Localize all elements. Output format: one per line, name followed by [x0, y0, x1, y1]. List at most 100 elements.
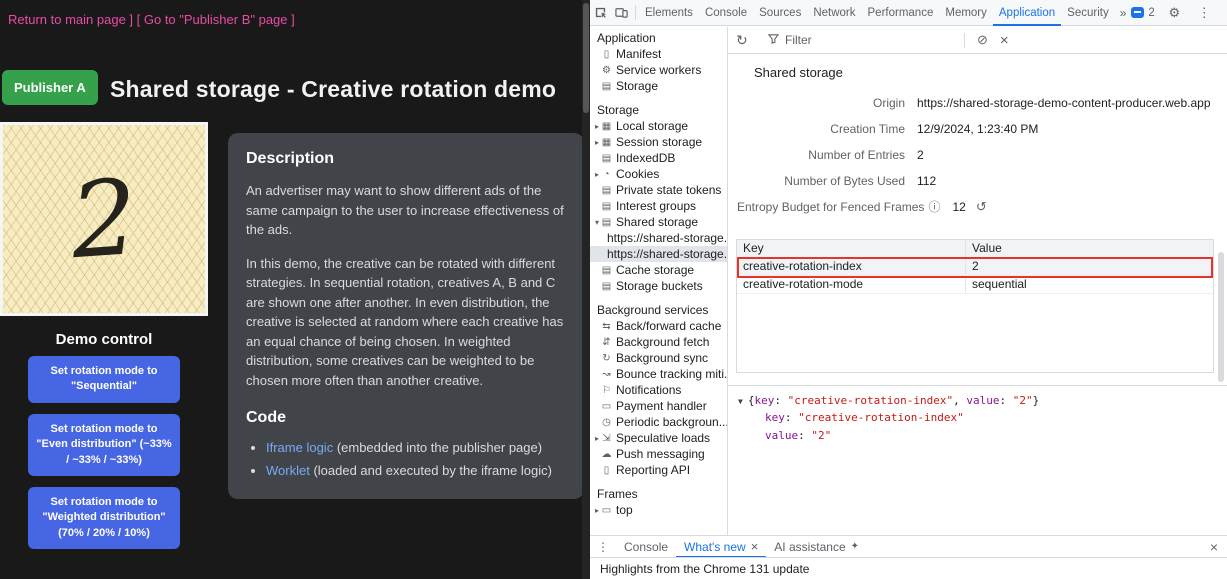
sidebar-item-label: Service workers — [616, 63, 701, 77]
spark-icon: ✦ — [851, 541, 859, 552]
more-tabs-icon[interactable]: » — [1115, 6, 1132, 20]
colon: : — [798, 429, 811, 442]
issues-indicator[interactable]: 2 — [1131, 7, 1154, 19]
preview-property: value: "2" — [765, 428, 1217, 443]
metadata-label: Origin — [728, 95, 905, 111]
sidebar-section-storage[interactable]: Storage — [590, 102, 727, 118]
sidebar-item-push-messaging[interactable]: ☁Push messaging — [590, 446, 727, 462]
key-cell: creative-rotation-index — [737, 258, 965, 275]
sidebar-item-indexeddb[interactable]: ▤IndexedDB — [590, 150, 727, 166]
whats-new-text: Highlights from the Chrome 131 update — [600, 562, 809, 576]
tab-security[interactable]: Security — [1061, 0, 1115, 26]
column-header-value[interactable]: Value — [965, 240, 1213, 257]
database-icon: ▤ — [600, 281, 613, 292]
tab-performance[interactable]: Performance — [862, 0, 940, 26]
sidebar-item-https-shared-storage[interactable]: https://shared-storage... — [590, 230, 727, 246]
drawer-kebab-icon[interactable]: ⋮ — [590, 540, 616, 554]
sidebar-item-speculative-loads[interactable]: ▸⇲Speculative loads — [590, 430, 727, 446]
delete-selected-icon[interactable]: × — [994, 32, 1015, 49]
sidebar-item-top[interactable]: ▸▭top — [590, 502, 727, 518]
drawer-tab-ai-assistance[interactable]: AI assistance✦ — [766, 536, 867, 558]
sidebar-item-session-storage[interactable]: ▸▦Session storage — [590, 134, 727, 150]
sidebar-item-label: Back/forward cache — [616, 319, 721, 333]
scrollbar-thumb[interactable] — [1218, 252, 1224, 382]
preview-token: } — [1033, 394, 1040, 407]
return-main-link[interactable]: Return to main page — [8, 12, 126, 27]
rotation-mode-button-2[interactable]: Set rotation mode to "Weighted distribut… — [28, 487, 180, 549]
tab-sources[interactable]: Sources — [753, 0, 807, 26]
sidebar-item-cookies[interactable]: ▸◔Cookies — [590, 166, 727, 182]
tab-elements[interactable]: Elements — [639, 0, 699, 26]
drawer-tab-strip: Console What's new × AI assistance✦ — [616, 536, 867, 558]
sidebar-item-shared-storage[interactable]: ▾▤Shared storage — [590, 214, 727, 230]
description-paragraph: An advertiser may want to show different… — [246, 181, 566, 240]
sidebar-item-payment-handler[interactable]: ▭Payment handler — [590, 398, 727, 414]
page-nav: Return to main page ] [ Go to "Publisher… — [8, 12, 295, 27]
page-scrollbar[interactable] — [582, 0, 590, 579]
tab-console[interactable]: Console — [699, 0, 753, 26]
sidebar-item-label: Session storage — [616, 135, 702, 149]
refresh-icon[interactable]: ↻ — [736, 32, 754, 49]
inspect-icon[interactable] — [590, 0, 611, 26]
document-icon: ▯ — [600, 465, 613, 476]
table-row[interactable]: creative-rotation-index2 — [737, 258, 1213, 276]
rotation-mode-button-0[interactable]: Set rotation mode to "Sequential" — [28, 356, 180, 403]
close-icon[interactable]: × — [751, 539, 759, 554]
sidebar-item-notifications[interactable]: ⚐Notifications — [590, 382, 727, 398]
filter-input[interactable]: Filter — [768, 33, 958, 47]
info-icon[interactable]: ⓘ — [928, 200, 940, 214]
metadata-row: Creation Time12/9/2024, 1:23:40 PM — [728, 121, 1227, 137]
clear-all-icon[interactable]: ⊘ — [971, 32, 994, 48]
publisher-b-link[interactable]: Go to "Publisher B" page — [144, 12, 288, 27]
kebab-menu-icon[interactable]: ⋮ — [1194, 0, 1215, 26]
sidebar-section-application[interactable]: Application — [590, 30, 727, 46]
rotation-mode-button-1[interactable]: Set rotation mode to "Even distribution"… — [28, 414, 180, 476]
frame-icon: ▭ — [600, 505, 613, 516]
gear-icon: ⚙ — [600, 65, 613, 76]
sidebar-item-label: Shared storage — [616, 215, 698, 229]
tab-application[interactable]: Application — [993, 0, 1061, 26]
scrollbar-thumb[interactable] — [583, 3, 589, 113]
device-toolbar-icon[interactable] — [611, 0, 632, 26]
sidebar-section-frames[interactable]: Frames — [590, 486, 727, 502]
tab-memory[interactable]: Memory — [939, 0, 993, 26]
settings-gear-icon[interactable]: ⚙ — [1164, 0, 1185, 26]
metadata-row: Number of Bytes Used112 — [728, 173, 1227, 189]
code-link[interactable]: Worklet — [266, 463, 310, 478]
column-header-key[interactable]: Key — [737, 240, 965, 257]
code-link[interactable]: Iframe logic — [266, 440, 333, 455]
sidebar-item-service-workers[interactable]: ⚙Service workers — [590, 62, 727, 78]
sidebar-item-private-state-tokens[interactable]: ▤Private state tokens — [590, 182, 727, 198]
sidebar-item-bounce-tracking-miti[interactable]: ↝Bounce tracking miti... — [590, 366, 727, 382]
panel-title: Shared storage — [754, 65, 1227, 80]
tab-network[interactable]: Network — [807, 0, 861, 26]
preview-summary-tokens: {key: "creative-rotation-index", value: … — [748, 394, 1039, 407]
kv-table: KeyValuecreative-rotation-index2creative… — [736, 239, 1214, 373]
property-value: "creative-rotation-index" — [798, 411, 964, 424]
sidebar-item-https-shared-storage[interactable]: https://shared-storage... — [590, 246, 727, 262]
sidebar-item-local-storage[interactable]: ▸▦Local storage — [590, 118, 727, 134]
sidebar-section-background-services[interactable]: Background services — [590, 302, 727, 318]
table-row[interactable]: creative-rotation-modesequential — [737, 276, 1213, 294]
code-item-rest: (embedded into the publisher page) — [333, 440, 542, 455]
sidebar-item-reporting-api[interactable]: ▯Reporting API — [590, 462, 727, 478]
sidebar-item-back-forward-cache[interactable]: ⇆Back/forward cache — [590, 318, 727, 334]
metadata-row: Originhttps://shared-storage-demo-conten… — [728, 95, 1227, 111]
drawer-tab-what-s-new[interactable]: What's new × — [676, 536, 766, 558]
chevron-right-icon: ▸ — [590, 138, 600, 147]
preview-summary[interactable]: ▼{key: "creative-rotation-index", value:… — [738, 393, 1217, 408]
sidebar-item-storage[interactable]: ▤Storage — [590, 78, 727, 94]
drawer-tab-label: What's new — [684, 540, 746, 554]
sidebar-item-background-fetch[interactable]: ⇵Background fetch — [590, 334, 727, 350]
clock-icon: ◷ — [600, 417, 613, 428]
drawer-close-icon[interactable]: × — [1201, 539, 1227, 555]
sidebar-item-periodic-backgroun[interactable]: ◷Periodic backgroun... — [590, 414, 727, 430]
drawer-tab-console[interactable]: Console — [616, 536, 676, 558]
sidebar-item-manifest[interactable]: ▯Manifest — [590, 46, 727, 62]
sidebar-item-interest-groups[interactable]: ▤Interest groups — [590, 198, 727, 214]
sidebar-item-storage-buckets[interactable]: ▤Storage buckets — [590, 278, 727, 294]
sidebar-item-background-sync[interactable]: ↻Background sync — [590, 350, 727, 366]
metadata-label: Number of Entries — [728, 147, 905, 163]
reset-icon[interactable]: ↺ — [976, 199, 987, 215]
sidebar-item-cache-storage[interactable]: ▤Cache storage — [590, 262, 727, 278]
